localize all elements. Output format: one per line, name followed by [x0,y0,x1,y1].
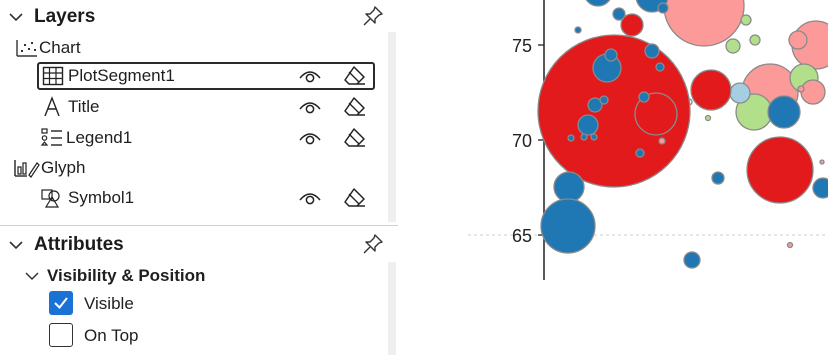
bubble [786,241,794,249]
bubble-chart[interactable]: 75 70 65 [398,0,828,355]
legend-list-icon [40,128,62,146]
bubble [749,34,761,46]
bubble [635,148,645,158]
layer-item-label: Symbol1 [68,188,135,207]
visibility-position-section[interactable]: Visibility & Position [24,264,205,288]
attributes-header[interactable]: Attributes [8,232,124,258]
bubble [580,133,588,141]
on-top-checkbox[interactable] [49,323,73,347]
y-tick-label: 65 [512,226,532,246]
bubble [797,85,805,93]
bubble [604,48,618,62]
bubble [620,13,644,37]
layers-title: Layers [34,6,96,27]
eraser-icon[interactable] [343,126,367,150]
layers-scrollbar[interactable] [388,32,396,222]
bubble [746,136,814,204]
bubble [567,134,575,142]
bubble [655,62,665,72]
panel-divider [0,225,398,226]
bubble [553,171,585,203]
bubble [819,159,825,165]
layer-chart-label: Chart [39,38,81,57]
bubble [590,133,598,141]
layer-item-plotsegment1[interactable]: PlotSegment1 [42,64,175,88]
pin-icon[interactable] [362,5,384,27]
visible-label: Visible [84,294,134,313]
glyph-icon [14,160,40,178]
bubbles-layer [537,0,828,269]
bubble [800,79,826,105]
eye-icon[interactable] [298,129,322,147]
layer-item-label: Legend1 [66,128,133,147]
y-tick-label: 70 [512,131,532,151]
layer-chart-group[interactable]: Chart [15,36,81,60]
chevron-down-icon[interactable] [8,238,24,252]
text-icon [44,96,60,117]
pin-icon[interactable] [362,233,384,255]
eraser-icon[interactable] [343,95,367,119]
bubble [657,2,669,14]
bubble [644,43,660,59]
shapes-icon [41,189,60,208]
bubble [711,171,725,185]
layer-item-symbol1[interactable]: Symbol1 [40,186,134,210]
chevron-down-icon[interactable] [8,10,24,24]
on-top-label: On Top [84,326,139,345]
attributes-title: Attributes [34,234,124,255]
eye-icon[interactable] [298,67,322,85]
bubble [812,177,828,199]
left-panel: Layers Chart PlotSegment1 Title Legend1 … [0,0,398,355]
eraser-icon[interactable] [343,64,367,88]
y-tick-label: 75 [512,36,532,56]
chevron-down-icon[interactable] [24,269,40,283]
attributes-scrollbar[interactable] [388,262,396,355]
eye-icon[interactable] [298,189,322,207]
layer-item-label: Title [68,97,100,116]
layer-item-label: PlotSegment1 [68,66,175,85]
bubble [599,95,609,105]
bubble [658,137,666,145]
bubble [690,69,732,111]
layer-glyph-label: Glyph [41,158,86,177]
scatter-chart-icon [16,40,37,57]
layer-glyph-group[interactable]: Glyph [13,156,85,180]
bubble [577,114,599,136]
eye-icon[interactable] [298,98,322,116]
bubble [725,38,741,54]
bubble [540,198,596,254]
bubble [585,0,611,7]
bubble [767,95,801,129]
bubble [740,14,752,26]
bubble [574,26,582,34]
bubble [704,114,712,122]
chart-canvas[interactable]: 75 70 65 [398,0,828,355]
visible-checkbox[interactable] [49,291,73,315]
bubble [638,91,650,103]
checkmark-icon [54,297,68,310]
bubble [788,30,808,50]
visibility-position-label: Visibility & Position [47,266,206,285]
bubble [683,251,701,269]
layers-header[interactable]: Layers [8,4,95,30]
layer-item-legend1[interactable]: Legend1 [40,126,132,150]
layer-item-title[interactable]: Title [42,95,100,119]
eraser-icon[interactable] [343,186,367,210]
grid-table-icon [42,66,64,86]
bubble [729,82,751,104]
